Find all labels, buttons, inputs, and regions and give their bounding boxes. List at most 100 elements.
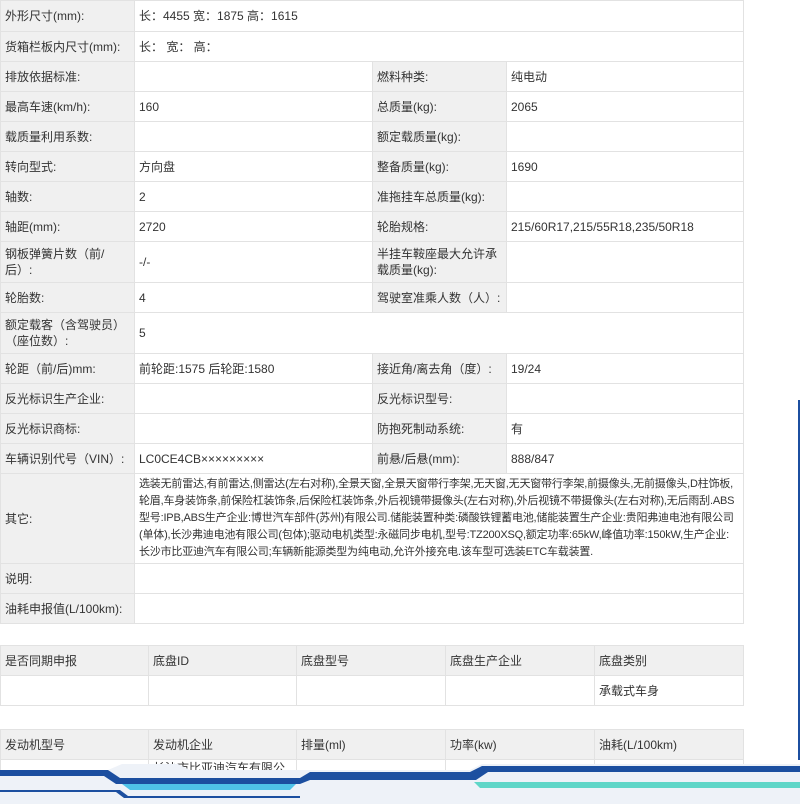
chassis-table: 是否同期申报 底盘ID 底盘型号 底盘生产企业 底盘类别 承载式车身 <box>0 645 744 706</box>
chassis-cell <box>296 675 446 706</box>
row-tires-count: 轮胎数: 4 驾驶室准乘人数（人）: <box>0 282 744 313</box>
engine-header-row: 发动机型号 发动机企业 排量(ml) 功率(kw) 油耗(L/100km) <box>0 729 744 760</box>
fuel-label: 燃料种类: <box>372 61 507 92</box>
row-reflect-brand: 反光标识商标: 防抱死制动系统: 有 <box>0 413 744 444</box>
consumption-value <box>134 593 744 624</box>
row-seats: 额定载客（含驾驶员）（座位数）: 5 <box>0 312 744 354</box>
overhang-value: 888/847 <box>506 443 744 474</box>
saddle-label: 半挂车鞍座最大允许承载质量(kg): <box>372 241 507 283</box>
consumption-label: 油耗申报值(L/100km): <box>0 593 135 624</box>
vin-label: 车辆识别代号（VIN）: <box>0 443 135 474</box>
emission-label: 排放依据标准: <box>0 61 135 92</box>
seats-value: 5 <box>134 312 744 354</box>
row-consumption: 油耗申报值(L/100km): <box>0 593 744 624</box>
spring-value: -/- <box>134 241 373 283</box>
engine-header-cell: 排量(ml) <box>296 729 446 760</box>
fuel-value: 纯电动 <box>506 61 744 92</box>
vin-value: LC0CE4CB××××××××× <box>134 443 373 474</box>
chassis-header-cell: 底盘类别 <box>594 645 744 676</box>
row-vin: 车辆识别代号（VIN）: LC0CE4CB××××××××× 前悬/后悬(mm)… <box>0 443 744 474</box>
tow-label: 准拖挂车总质量(kg): <box>372 181 507 212</box>
abs-value: 有 <box>506 413 744 444</box>
row-note: 说明: <box>0 563 744 594</box>
emission-value <box>134 61 373 92</box>
track-label: 轮距（前/后)mm: <box>0 353 135 384</box>
row-reflect-maker: 反光标识生产企业: 反光标识型号: <box>0 383 744 414</box>
tow-value <box>506 181 744 212</box>
row-other: 其它: 选装无前雷达,有前雷达,侧雷达(左右对称),全景天窗,全景天窗带行李架,… <box>0 473 744 564</box>
cab-value <box>506 282 744 313</box>
chassis-header-cell: 底盘型号 <box>296 645 446 676</box>
row-spring: 钢板弹簧片数（前/后）: -/- 半挂车鞍座最大允许承载质量(kg): <box>0 241 744 283</box>
axles-value: 2 <box>134 181 373 212</box>
row-steer: 转向型式: 方向盘 整备质量(kg): 1690 <box>0 151 744 182</box>
reflect-brand-value <box>134 413 373 444</box>
reflect-maker-label: 反光标识生产企业: <box>0 383 135 414</box>
speed-value: 160 <box>134 91 373 122</box>
spring-label: 钢板弹簧片数（前/后）: <box>0 241 135 283</box>
chassis-header-cell: 底盘ID <box>148 645 297 676</box>
footer-decoration <box>0 764 800 804</box>
chassis-cell: 承载式车身 <box>594 675 744 706</box>
note-label: 说明: <box>0 563 135 594</box>
chassis-header-cell: 底盘生产企业 <box>445 645 595 676</box>
reflect-model-label: 反光标识型号: <box>372 383 507 414</box>
chassis-header-cell: 是否同期申报 <box>0 645 149 676</box>
gross-value: 2065 <box>506 91 744 122</box>
curb-value: 1690 <box>506 151 744 182</box>
angle-value: 19/24 <box>506 353 744 384</box>
chassis-cell <box>148 675 297 706</box>
curb-label: 整备质量(kg): <box>372 151 507 182</box>
row-emission: 排放依据标准: 燃料种类: 纯电动 <box>0 61 744 92</box>
row-track: 轮距（前/后)mm: 前轮距:1575 后轮距:1580 接近角/离去角（度）:… <box>0 353 744 384</box>
row-util: 载质量利用系数: 额定载质量(kg): <box>0 121 744 152</box>
speed-label: 最高车速(km/h): <box>0 91 135 122</box>
engine-header-cell: 发动机型号 <box>0 729 149 760</box>
row-dims: 外形尺寸(mm): 长：4455 宽：1875 高：1615 <box>0 0 744 32</box>
chassis-cell <box>445 675 595 706</box>
other-value: 选装无前雷达,有前雷达,侧雷达(左右对称),全景天窗,全景天窗带行李架,无天窗,… <box>134 473 744 564</box>
cargo-label: 货箱栏板内尺寸(mm): <box>0 31 135 62</box>
angle-label: 接近角/离去角（度）: <box>372 353 507 384</box>
seats-label: 额定载客（含驾驶员）（座位数）: <box>0 312 135 354</box>
row-cargo: 货箱栏板内尺寸(mm): 长： 宽： 高： <box>0 31 744 62</box>
axles-label: 轴数: <box>0 181 135 212</box>
footer-cyan-stripe <box>122 784 296 790</box>
util-value <box>134 121 373 152</box>
tire-label: 轮胎规格: <box>372 211 507 242</box>
saddle-value <box>506 241 744 283</box>
steer-label: 转向型式: <box>0 151 135 182</box>
chassis-cell <box>0 675 149 706</box>
util-label: 载质量利用系数: <box>0 121 135 152</box>
chassis-header-row: 是否同期申报 底盘ID 底盘型号 底盘生产企业 底盘类别 <box>0 645 744 676</box>
wheelbase-value: 2720 <box>134 211 373 242</box>
engine-header-cell: 油耗(L/100km) <box>594 729 744 760</box>
engine-header-cell: 发动机企业 <box>148 729 297 760</box>
abs-label: 防抱死制动系统: <box>372 413 507 444</box>
steer-value: 方向盘 <box>134 151 373 182</box>
rated-load-label: 额定载质量(kg): <box>372 121 507 152</box>
overhang-label: 前悬/后悬(mm): <box>372 443 507 474</box>
track-value: 前轮距:1575 后轮距:1580 <box>134 353 373 384</box>
rated-load-value <box>506 121 744 152</box>
dims-label: 外形尺寸(mm): <box>0 0 135 32</box>
table-row: 承载式车身 <box>0 675 744 706</box>
engine-header-cell: 功率(kw) <box>445 729 595 760</box>
dims-value: 长：4455 宽：1875 高：1615 <box>134 0 744 32</box>
note-value <box>134 563 744 594</box>
cargo-value: 长： 宽： 高： <box>134 31 744 62</box>
reflect-maker-value <box>134 383 373 414</box>
footer-teal-stripe <box>474 782 800 788</box>
tire-value: 215/60R17,215/55R18,235/50R18 <box>506 211 744 242</box>
gross-label: 总质量(kg): <box>372 91 507 122</box>
reflect-brand-label: 反光标识商标: <box>0 413 135 444</box>
row-speed: 最高车速(km/h): 160 总质量(kg): 2065 <box>0 91 744 122</box>
row-axles: 轴数: 2 准拖挂车总质量(kg): <box>0 181 744 212</box>
cab-label: 驾驶室准乘人数（人）: <box>372 282 507 313</box>
other-label: 其它: <box>0 473 135 564</box>
wheelbase-label: 轴距(mm): <box>0 211 135 242</box>
spec-table: 外形尺寸(mm): 长：4455 宽：1875 高：1615 货箱栏板内尺寸(m… <box>0 0 744 624</box>
row-wheelbase: 轴距(mm): 2720 轮胎规格: 215/60R17,215/55R18,2… <box>0 211 744 242</box>
tires-count-label: 轮胎数: <box>0 282 135 313</box>
reflect-model-value <box>506 383 744 414</box>
